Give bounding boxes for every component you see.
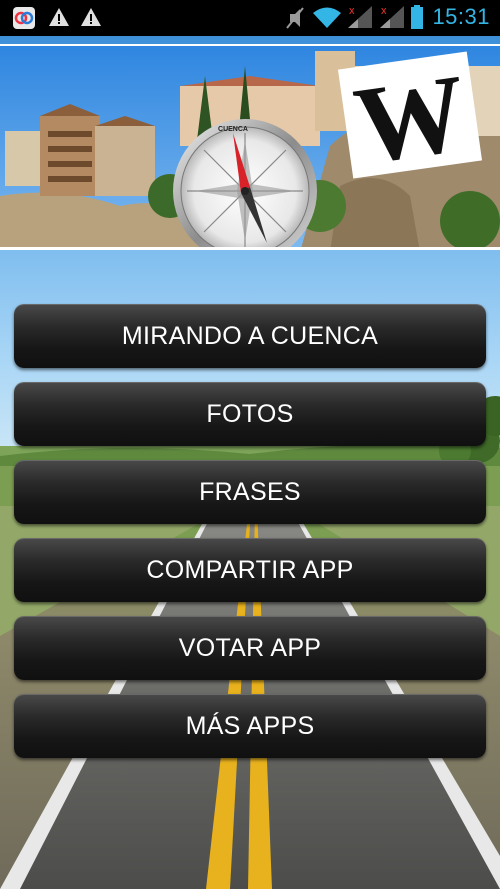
compass-label: CUENCA <box>218 126 248 133</box>
frases-button[interactable]: FRASES <box>14 460 486 524</box>
sync-app-icon <box>13 7 35 29</box>
w-logo: W <box>348 51 474 187</box>
svg-text:x: x <box>349 5 355 17</box>
compartir-app-button[interactable]: COMPARTIR APP <box>14 538 486 602</box>
clock: 15:31 <box>432 4 490 29</box>
warning-icon <box>81 8 101 26</box>
cuenca-hanging-houses-photo: W CUENCA <box>0 46 500 247</box>
votar-app-button[interactable]: VOTAR APP <box>14 616 486 680</box>
fotos-button[interactable]: FOTOS <box>14 382 486 446</box>
header-banner: W CUENCA <box>0 44 500 250</box>
battery-icon <box>411 5 423 29</box>
main-menu: MIRANDO A CUENCA FOTOS FRASES COMPARTIR … <box>14 304 486 772</box>
warning-icon <box>49 8 69 26</box>
signal-no-service-icon: x <box>348 5 372 28</box>
svg-text:x: x <box>381 5 387 17</box>
mirando-a-cuenca-button[interactable]: MIRANDO A CUENCA <box>14 304 486 368</box>
status-bar: x x 15:31 <box>0 0 500 36</box>
wifi-icon <box>313 7 341 28</box>
signal-no-service-icon: x <box>380 5 404 28</box>
mute-icon <box>286 7 304 29</box>
mas-apps-button[interactable]: MÁS APPS <box>14 694 486 758</box>
